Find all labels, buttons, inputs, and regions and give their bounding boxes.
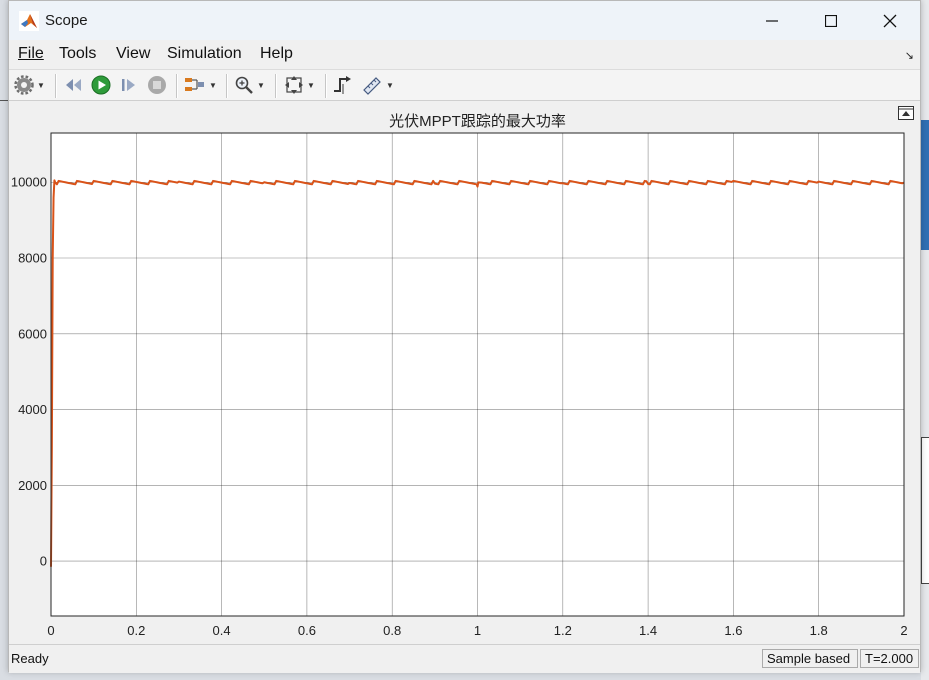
x-tick-label: 0 [47, 623, 54, 638]
signal-select-icon [185, 78, 204, 91]
x-tick-label: 0.2 [127, 623, 145, 638]
zoom-button[interactable]: ▼ [234, 74, 265, 96]
signal-selection-button[interactable]: ▼ [184, 74, 217, 96]
y-tick-label: 10000 [11, 175, 47, 190]
triggers-icon [334, 76, 351, 94]
simulation-time-indicator: T=2.000 [860, 649, 919, 668]
status-ready: Ready [11, 651, 49, 666]
x-tick-label: 2 [900, 623, 907, 638]
run-icon [91, 75, 111, 95]
background-window-panel [921, 437, 929, 584]
menu-file-label: File [18, 45, 44, 62]
menu-overflow-arrow-icon[interactable]: ↘ [905, 49, 914, 62]
scope-chart[interactable]: 0 0.2 0.4 0.6 0.8 1 1.2 1.4 1.6 1.8 2 0 2000 4000 6000… [9, 102, 922, 643]
x-tick-label: 0.6 [298, 623, 316, 638]
stop-icon [148, 76, 166, 94]
status-bar: Ready Sample based T=2.000 [9, 644, 920, 673]
x-tick-label: 1 [474, 623, 481, 638]
close-button[interactable] [861, 1, 919, 40]
measurements-icon [363, 77, 381, 95]
y-tick-label: 0 [40, 554, 47, 569]
chevron-down-icon: ▼ [257, 80, 265, 90]
y-tick-label: 6000 [18, 326, 47, 341]
x-tick-label: 1.8 [810, 623, 828, 638]
minimize-button[interactable] [743, 1, 801, 40]
toolbar-separator [176, 74, 178, 98]
menu-view[interactable]: View [116, 45, 150, 63]
toolbar-separator [325, 74, 327, 98]
x-tick-label: 1.2 [554, 623, 572, 638]
minimize-icon [766, 19, 778, 22]
menu-file[interactable]: File [18, 45, 44, 63]
run-button[interactable] [91, 74, 111, 96]
x-tick-label: 1.4 [639, 623, 657, 638]
menu-simulation[interactable]: Simulation [167, 45, 242, 63]
stop-button[interactable] [147, 74, 167, 96]
x-tick-label: 1.6 [724, 623, 742, 638]
menu-bar: File Tools View Simulation Help ↘ [9, 40, 920, 69]
plot-panel: 光伏MPPT跟踪的最大功率 0 0.2 0.4 0.6 0.8 1 1.2 1.4 1.6 1.8… [9, 102, 920, 643]
step-back-icon [66, 79, 81, 91]
window-title: Scope [45, 12, 88, 29]
scope-window: Scope File Tools View Simulation Help ↘ … [8, 0, 921, 673]
gear-icon [14, 75, 34, 95]
configuration-button[interactable]: ▼ [14, 74, 45, 96]
background-window-accent [921, 120, 929, 250]
step-forward-icon [122, 79, 135, 91]
fit-axes-icon [285, 76, 303, 94]
toolbar-separator [55, 74, 57, 98]
measurements-button[interactable]: ▼ [361, 74, 394, 96]
toolbar-separator [226, 74, 228, 98]
chevron-down-icon: ▼ [307, 80, 315, 90]
zoom-in-icon [235, 76, 253, 94]
matlab-logo-icon [19, 11, 39, 31]
y-tick-label: 8000 [18, 251, 47, 266]
toolbar-separator [275, 74, 277, 98]
x-tick-label: 0.8 [383, 623, 401, 638]
step-back-button[interactable] [64, 74, 84, 96]
y-tick-label: 4000 [18, 402, 47, 417]
close-icon [883, 14, 897, 27]
maximize-icon [825, 14, 837, 27]
step-forward-button[interactable] [119, 74, 139, 96]
x-tick-label: 0.4 [213, 623, 231, 638]
title-bar[interactable]: Scope [9, 1, 920, 40]
sample-mode-indicator: Sample based [762, 649, 858, 668]
chevron-down-icon: ▼ [209, 80, 217, 90]
triggers-button[interactable] [332, 74, 352, 96]
maximize-button[interactable] [802, 1, 860, 40]
chevron-down-icon: ▼ [37, 80, 45, 90]
chevron-down-icon: ▼ [386, 80, 394, 90]
scale-axes-button[interactable]: ▼ [284, 74, 315, 96]
background-window-edge-left [0, 78, 8, 101]
toolbar: ▼ ▼ ▼ ▼ ▼ [9, 69, 920, 101]
menu-help[interactable]: Help [260, 45, 293, 63]
menu-tools[interactable]: Tools [59, 45, 96, 63]
y-tick-label: 2000 [18, 478, 47, 493]
